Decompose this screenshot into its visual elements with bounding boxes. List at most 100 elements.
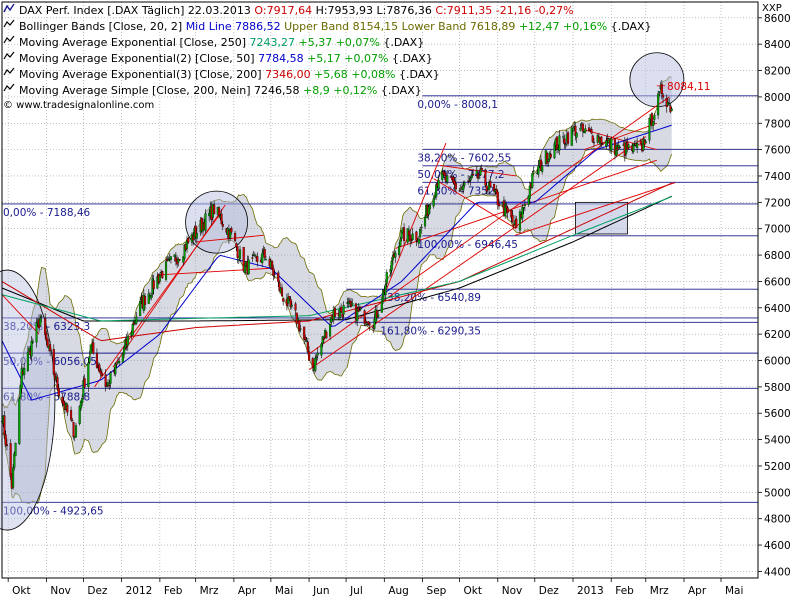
candle-body	[72, 422, 75, 437]
candle-body	[469, 178, 472, 181]
indicator-icon	[3, 34, 19, 51]
header-line-bollinger: Bollinger Bands [Close, 20, 2] Mid Line …	[3, 18, 652, 34]
y-tick-label: 7800	[764, 118, 791, 130]
candle-body	[277, 272, 280, 282]
candle-body	[14, 442, 17, 456]
candle-body	[100, 372, 103, 377]
candle-body	[74, 425, 78, 438]
header-line-ema200: Moving Average Exponential(3) [Close, 20…	[3, 66, 440, 82]
y-tick-label: 4800	[764, 514, 791, 526]
candle-body	[49, 344, 52, 352]
ema200-suffix: {.DAX}	[398, 68, 440, 81]
candle-body	[571, 130, 575, 132]
candle-body	[484, 169, 487, 186]
candle-body	[237, 259, 240, 261]
candle-body	[290, 304, 293, 307]
candle-body	[496, 191, 499, 206]
candle-body	[497, 203, 501, 207]
y-tick-label: 7000	[764, 224, 791, 236]
candle-body	[305, 340, 308, 342]
candle-body	[135, 316, 138, 324]
bollinger-suffix: {.DAX}	[610, 20, 652, 33]
x-tick-label: Okt	[12, 585, 30, 597]
candle-body	[458, 190, 461, 192]
candle-body	[432, 198, 435, 207]
x-tick-label: Mai	[275, 585, 293, 597]
candle-body	[470, 175, 473, 178]
x-tick-label: Dez	[87, 585, 108, 597]
candle-body	[446, 175, 449, 183]
indicator-icon	[3, 82, 19, 99]
candle-body	[253, 254, 256, 256]
fib-label: 0,00% - 8008,1	[417, 99, 498, 111]
candle-body	[150, 294, 153, 299]
header-line-sma200: Moving Average Simple [Close, 200, Nein]…	[3, 82, 422, 98]
candle-body	[92, 342, 95, 354]
candle-body	[437, 180, 440, 189]
candle-body	[575, 132, 578, 138]
candle-body	[204, 213, 207, 231]
x-tick-label: Nov	[50, 585, 71, 597]
candle-body	[653, 114, 656, 120]
candle-body	[18, 398, 21, 444]
candle-body	[23, 368, 26, 375]
ema250-label: Moving Average Exponential [Close, 250]	[19, 36, 246, 49]
y-tick-label: 7400	[764, 171, 791, 183]
y-tick-label: 6600	[764, 276, 791, 288]
ema50-change: +5,17 +0,07%	[307, 52, 389, 65]
y-tick-label: 6400	[764, 303, 791, 315]
open-value: O:7917,64	[254, 4, 313, 17]
candle-body	[115, 363, 118, 365]
candle-body	[411, 233, 414, 240]
candle-body	[88, 356, 91, 363]
candle-body	[123, 347, 126, 355]
candle-body	[398, 246, 401, 255]
instrument-label: DAX Perf. Index [.DAX Täglich] 22.03.201…	[19, 4, 251, 17]
candle-body	[605, 140, 608, 147]
candle-body	[308, 351, 311, 361]
candle-body	[351, 302, 354, 305]
candle-body	[218, 207, 221, 216]
candle-body	[342, 304, 345, 315]
candle-body	[4, 434, 7, 446]
y-tick-label: 8200	[764, 66, 791, 78]
candle-body	[537, 165, 540, 175]
candle-body	[295, 312, 298, 324]
highlight-circle	[629, 52, 685, 108]
candle-body	[39, 317, 42, 326]
candle-body	[417, 238, 420, 244]
candle-body	[44, 318, 47, 336]
candle-body	[264, 259, 267, 261]
watermark-text: © www.tradesignalonline.com	[3, 100, 155, 111]
candle-body	[660, 83, 663, 94]
candle-body	[3, 415, 6, 435]
fib-label: 161,80% - 6290,35	[380, 325, 481, 337]
y-tick-label: 4400	[764, 566, 791, 578]
y-tick-label: 5000	[764, 487, 791, 499]
candle-body	[263, 249, 266, 258]
x-tick-label: Apr	[688, 585, 707, 597]
ema250-line	[1, 196, 672, 322]
candle-body	[325, 331, 328, 339]
candle-body	[187, 238, 190, 243]
bollinger-label: Bollinger Bands [Close, 20, 2]	[19, 20, 183, 33]
candle-body	[648, 117, 651, 141]
x-tick-label: Feb	[615, 585, 634, 597]
candle-body	[288, 296, 291, 300]
sma200-suffix: {.DAX}	[380, 84, 422, 97]
candle-body	[121, 353, 124, 363]
candle-body	[511, 214, 514, 223]
candle-body	[30, 341, 33, 357]
candle-body	[617, 144, 620, 149]
candle-body	[314, 357, 317, 371]
header-line-ema250: Moving Average Exponential [Close, 250] …	[3, 34, 424, 50]
candle-body	[282, 298, 285, 302]
watermark: © www.tradesignalonline.com	[3, 98, 154, 114]
candle-body	[26, 351, 29, 372]
x-tick-label: 2012	[126, 585, 153, 597]
candle-body	[333, 307, 337, 317]
candle-body	[472, 173, 475, 176]
y-tick-label: 6200	[764, 329, 791, 341]
candle-body	[459, 188, 462, 190]
x-tick-label: Apr	[238, 585, 257, 597]
